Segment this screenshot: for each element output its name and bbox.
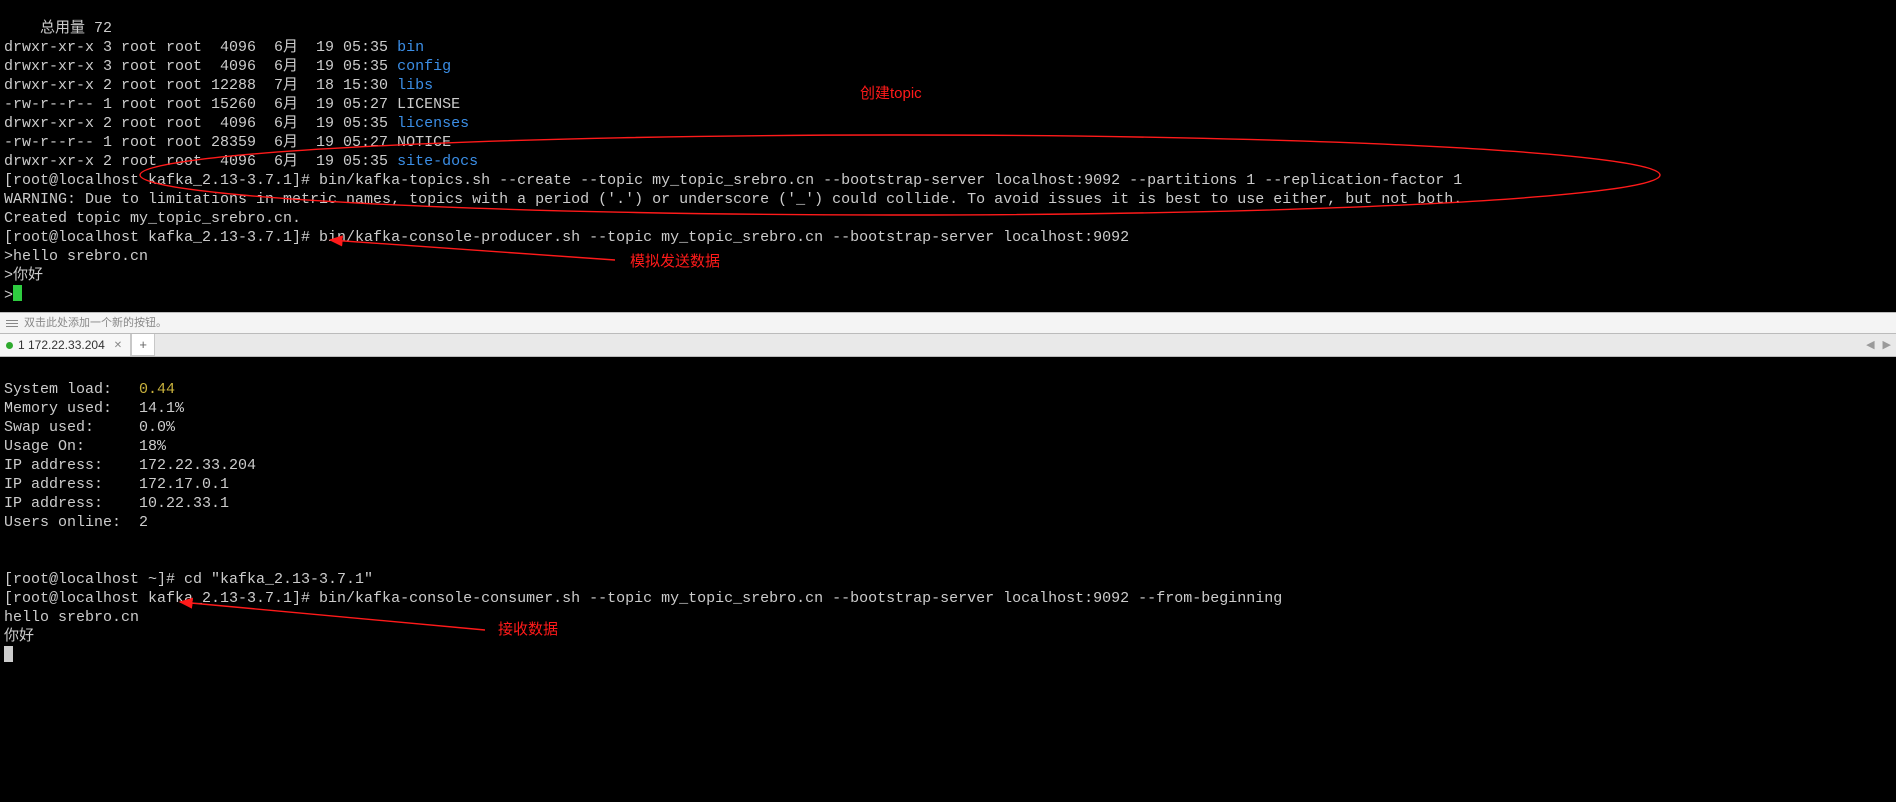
cursor-icon [4,646,13,662]
stat-value: 18% [139,438,166,455]
terminal-producer-pane[interactable]: 总用量 72 drwxr-xr-x 3 root root 4096 6月 19… [0,0,1896,328]
producer-input: >hello srebro.cn [4,248,148,265]
stat-key: Memory used: [4,400,139,417]
consumer-output: hello srebro.cn [4,609,139,626]
close-icon[interactable]: ✕ [114,336,122,355]
dir-licenses: licenses [397,115,469,132]
dir-config: config [397,58,451,75]
tab-label: 1 172.22.33.204 [18,336,105,355]
cmd-producer: [root@localhost kafka_2.13-3.7.1]# bin/k… [4,229,1129,246]
cmd-consumer: [root@localhost kafka_2.13-3.7.1]# bin/k… [4,590,1282,607]
consumer-output: 你好 [4,628,34,645]
tab-scroll-controls: ◀ ▶ [1863,334,1894,356]
ls-row: drwxr-xr-x 2 root root 12288 7月 18 15:30 [4,77,397,94]
stat-key: Swap used: [4,419,139,436]
menu-icon[interactable] [6,317,18,329]
stat-value: 0.44 [139,381,175,398]
ls-row: drwxr-xr-x 2 root root 4096 6月 19 05:35 [4,153,397,170]
quick-button-toolbar[interactable]: 双击此处添加一个新的按钮。 [0,312,1896,334]
session-tab-bar: 1 172.22.33.204 ✕ + ◀ ▶ [0,334,1896,357]
ls-row: -rw-r--r-- 1 root root 15260 6月 19 05:27… [4,96,460,113]
stat-key: System load: [4,381,139,398]
stat-value: 14.1% [139,400,184,417]
cmd-create-topic: [root@localhost kafka_2.13-3.7.1]# bin/k… [4,172,1462,189]
stat-key: IP address: [4,476,139,493]
ls-row: drwxr-xr-x 3 root root 4096 6月 19 05:35 [4,58,397,75]
producer-prompt: > [4,287,13,304]
created-topic-text: Created topic my_topic_srebro.cn. [4,210,301,227]
stat-key: IP address: [4,495,139,512]
scroll-left-icon[interactable]: ◀ [1863,336,1877,355]
dir-bin: bin [397,39,424,56]
warning-text: WARNING: Due to limitations in metric na… [4,191,1462,208]
stat-key: Users online: [4,514,139,531]
ls-total: 总用量 72 [40,20,112,37]
stat-value: 0.0% [139,419,175,436]
stat-value: 2 [139,514,148,531]
scroll-right-icon[interactable]: ▶ [1880,336,1894,355]
ls-row: -rw-r--r-- 1 root root 28359 6月 19 05:27… [4,134,451,151]
stat-key: Usage On: [4,438,139,455]
stat-value: 10.22.33.1 [139,495,229,512]
toolbar-hint: 双击此处添加一个新的按钮。 [24,314,167,333]
dir-site-docs: site-docs [397,153,478,170]
stat-value: 172.22.33.204 [139,457,256,474]
session-tab[interactable]: 1 172.22.33.204 ✕ [0,334,131,356]
terminal-consumer-pane[interactable]: System load: 0.44 Memory used: 14.1% Swa… [0,357,1896,685]
ls-row: drwxr-xr-x 3 root root 4096 6月 19 05:35 [4,39,397,56]
ls-row: drwxr-xr-x 2 root root 4096 6月 19 05:35 [4,115,397,132]
producer-input: >你好 [4,267,43,284]
cmd-cd: [root@localhost ~]# cd "kafka_2.13-3.7.1… [4,571,373,588]
add-tab-button[interactable]: + [131,334,155,356]
dir-libs: libs [397,77,433,94]
cursor-icon [13,285,22,301]
stat-value: 172.17.0.1 [139,476,229,493]
stat-key: IP address: [4,457,139,474]
status-dot-icon [6,342,13,349]
